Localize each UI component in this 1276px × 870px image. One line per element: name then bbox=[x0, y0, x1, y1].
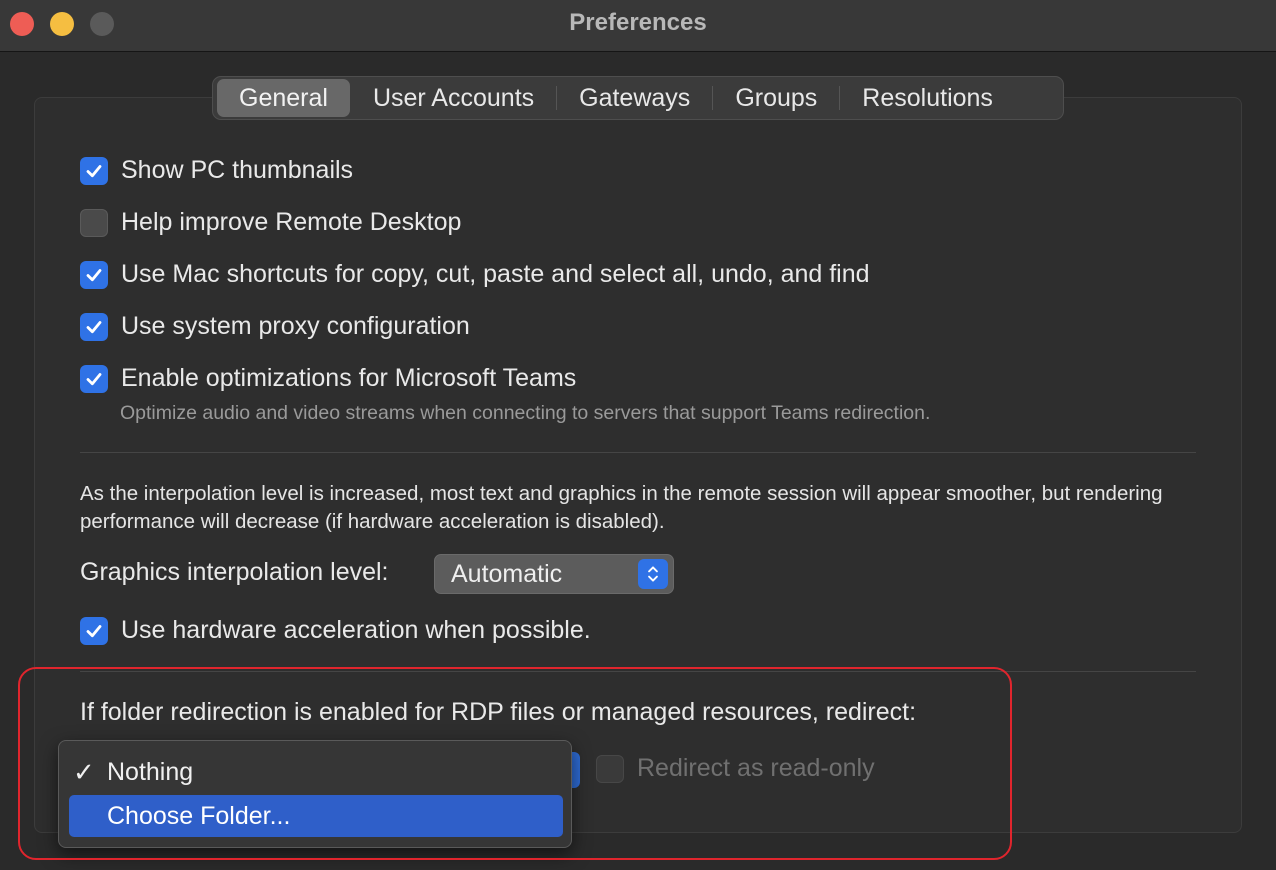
menu-item-nothing[interactable]: ✓ Nothing bbox=[69, 751, 563, 793]
tab-gateways[interactable]: Gateways bbox=[557, 79, 712, 117]
folder-redirection-menu: ✓ Nothing Choose Folder... bbox=[58, 740, 572, 848]
section-divider bbox=[80, 671, 1196, 672]
teams-optimization-description: Optimize audio and video streams when co… bbox=[120, 402, 931, 424]
system-proxy-option[interactable]: Use system proxy configuration bbox=[80, 312, 470, 341]
read-only-option: Redirect as read-only bbox=[596, 754, 875, 783]
teams-optimization-option[interactable]: Enable optimizations for Microsoft Teams bbox=[80, 364, 576, 393]
show-pc-thumbnails-option[interactable]: Show PC thumbnails bbox=[80, 156, 353, 185]
menu-item-choose-folder[interactable]: Choose Folder... bbox=[69, 795, 563, 837]
mac-shortcuts-label: Use Mac shortcuts for copy, cut, paste a… bbox=[121, 260, 870, 288]
teams-optimization-label: Enable optimizations for Microsoft Teams bbox=[121, 364, 577, 392]
hardware-acceleration-label: Use hardware acceleration when possible. bbox=[121, 616, 591, 644]
tab-resolutions[interactable]: Resolutions bbox=[840, 79, 1015, 117]
section-divider bbox=[80, 452, 1196, 453]
system-proxy-label: Use system proxy configuration bbox=[121, 312, 470, 340]
preferences-window: Preferences General User Accounts Gatewa… bbox=[0, 0, 1276, 870]
mac-shortcuts-option[interactable]: Use Mac shortcuts for copy, cut, paste a… bbox=[80, 260, 870, 289]
checkmark-icon bbox=[86, 164, 102, 177]
checkmark-icon bbox=[86, 268, 102, 281]
read-only-checkbox bbox=[596, 754, 624, 783]
checkmark-icon bbox=[86, 320, 102, 333]
help-improve-option[interactable]: Help improve Remote Desktop bbox=[80, 208, 461, 237]
read-only-label: Redirect as read-only bbox=[637, 754, 875, 782]
tab-groups[interactable]: Groups bbox=[713, 79, 839, 117]
system-proxy-checkbox[interactable] bbox=[80, 312, 108, 341]
teams-optimization-checkbox[interactable] bbox=[80, 364, 108, 393]
title-bar: Preferences bbox=[0, 0, 1276, 52]
menu-item-label: Nothing bbox=[107, 758, 194, 786]
hardware-acceleration-checkbox[interactable] bbox=[80, 616, 108, 645]
interpolation-explanation: As the interpolation level is increased,… bbox=[80, 482, 1163, 533]
checkmark-icon bbox=[86, 624, 102, 637]
tab-general[interactable]: General bbox=[217, 79, 350, 117]
popup-chevrons-icon bbox=[638, 559, 668, 589]
checkmark-icon bbox=[86, 372, 102, 385]
window-title: Preferences bbox=[569, 9, 707, 36]
show-pc-thumbnails-label: Show PC thumbnails bbox=[121, 156, 354, 184]
show-pc-thumbnails-checkbox[interactable] bbox=[80, 156, 108, 185]
tab-user-accounts[interactable]: User Accounts bbox=[351, 79, 556, 117]
folder-redirection-label: If folder redirection is enabled for RDP… bbox=[80, 698, 917, 726]
help-improve-checkbox[interactable] bbox=[80, 208, 108, 237]
interpolation-level-value: Automatic bbox=[451, 560, 563, 588]
mac-shortcuts-checkbox[interactable] bbox=[80, 260, 108, 289]
checkmark-icon: ✓ bbox=[73, 757, 95, 787]
menu-item-label: Choose Folder... bbox=[107, 802, 291, 830]
hardware-acceleration-option[interactable]: Use hardware acceleration when possible. bbox=[80, 616, 591, 645]
interpolation-level-label: Graphics interpolation level: bbox=[80, 558, 389, 586]
preferences-tab-bar: General User Accounts Gateways Groups Re… bbox=[212, 76, 1064, 120]
help-improve-label: Help improve Remote Desktop bbox=[121, 208, 462, 236]
interpolation-level-popup[interactable]: Automatic bbox=[434, 554, 674, 594]
